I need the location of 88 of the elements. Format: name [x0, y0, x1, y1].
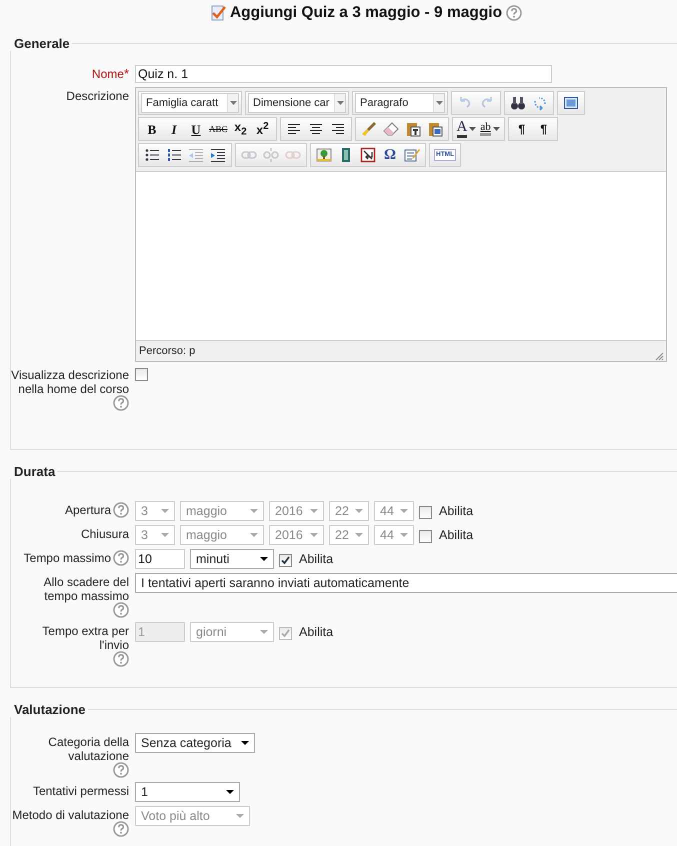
caret-icon — [236, 814, 244, 818]
checkbox[interactable] — [279, 554, 292, 566]
field-label: Tempo extra per l'invio — [41, 624, 129, 652]
caret-icon — [355, 533, 363, 537]
help-icon[interactable] — [113, 550, 129, 566]
field-label: Apertura — [64, 503, 111, 517]
caret-icon — [436, 101, 442, 105]
checkbox-label: Abilita — [299, 625, 334, 639]
toolbar-button[interactable]: x$_{2}$ — [230, 119, 252, 139]
bulleted-list-icon — [144, 147, 160, 163]
number-field[interactable]: 10 — [135, 549, 185, 569]
caret-icon — [230, 101, 236, 105]
help-icon[interactable] — [506, 5, 522, 21]
document-pencil-icon — [404, 147, 420, 163]
caret-icon — [250, 533, 258, 537]
toolbar-button[interactable]: Ω — [379, 145, 401, 165]
caret-icon — [260, 557, 268, 561]
caret-icon — [355, 509, 363, 513]
toolbar-button[interactable]: x$^{2}$ — [252, 119, 274, 139]
clipboard-icon — [404, 121, 421, 137]
toolbar-dropdown[interactable]: Paragrafo — [355, 93, 445, 113]
caret-icon — [260, 630, 268, 634]
toolbar-button[interactable]: ABC — [207, 119, 230, 139]
toolbar-button[interactable]: U — [185, 119, 207, 139]
eraser-icon — [382, 121, 399, 137]
caret-icon — [310, 509, 318, 513]
window-icon — [563, 95, 579, 111]
caret-icon — [310, 533, 318, 537]
name-field[interactable]: Quiz n. 1 — [135, 65, 552, 83]
unlink-icon — [263, 147, 279, 163]
field-label: Allo scadere del tempo massimo — [42, 575, 129, 603]
numbered-list-icon — [166, 147, 182, 163]
resize-grip-icon[interactable] — [654, 351, 664, 361]
toolbar-button[interactable]: ¶ — [510, 119, 533, 139]
dropdown[interactable]: minuti — [190, 549, 274, 569]
checkbox-label: Abilita — [439, 504, 474, 518]
indent-icon — [210, 147, 226, 163]
element-path: Percorso: p — [139, 345, 196, 357]
align-right-icon — [330, 121, 346, 137]
toolbar-button[interactable]: B — [141, 119, 163, 139]
binoculars-icon — [510, 95, 526, 111]
tree-image-icon — [316, 147, 332, 163]
section-legend: Generale — [8, 36, 72, 51]
help-icon[interactable] — [113, 762, 129, 778]
toolbar-button[interactable]: A — [454, 119, 478, 139]
field-label: Categoria della valutazione — [47, 735, 129, 763]
dropdown[interactable]: 1 — [135, 782, 240, 802]
quiz-icon — [210, 5, 226, 21]
outdent-icon — [188, 147, 204, 163]
field-label: Nome — [92, 67, 124, 81]
field-label: Descrizione — [66, 89, 129, 103]
required-marker: * — [124, 67, 129, 81]
checkbox[interactable] — [135, 368, 148, 381]
caret-icon — [492, 127, 500, 131]
toolbar-button[interactable]: I — [163, 119, 185, 139]
field-label: Chiusura — [80, 527, 129, 541]
section-legend: Durata — [8, 464, 58, 479]
field-label: Tempo massimo — [24, 551, 111, 565]
toolbar-dropdown[interactable]: Dimensione car — [248, 93, 346, 113]
toolbar-button[interactable]: ab — [478, 119, 502, 139]
brush-icon — [360, 121, 377, 137]
checkbox-label: Abilita — [439, 528, 474, 542]
toolbar-button[interactable]: ¶ — [532, 119, 555, 139]
help-icon[interactable] — [113, 602, 129, 618]
caret-icon — [250, 509, 258, 513]
field-label: Tentativi permessi — [32, 784, 129, 798]
dropdown[interactable]: Senza categoria — [135, 733, 255, 753]
dotted-arrows-icon — [532, 95, 548, 111]
dropdown[interactable]: I tentativi aperti saranno inviati automaticamente — [135, 573, 677, 593]
caret-icon — [241, 741, 249, 745]
page-title: Aggiungi Quiz a 3 maggio - 9 maggio — [230, 4, 502, 22]
caret-icon — [161, 509, 169, 513]
clipboard-icon — [426, 121, 443, 137]
help-icon[interactable] — [113, 395, 129, 411]
field-label: Metodo di valutazione — [12, 808, 129, 822]
arrow-square-icon — [360, 147, 376, 163]
caret-icon — [226, 790, 234, 794]
caret-icon — [336, 101, 344, 105]
caret-icon — [400, 533, 408, 537]
align-center-icon — [308, 121, 324, 137]
align-left-icon — [286, 121, 302, 137]
section-legend: Valutazione — [8, 702, 88, 717]
field-label: Visualizza descrizione nella home del corso — [11, 368, 129, 396]
checkbox-label: Abilita — [299, 552, 334, 566]
toolbar-dropdown[interactable]: Famiglia caratt — [141, 93, 239, 113]
caret-icon — [469, 127, 476, 131]
caret-icon — [400, 509, 408, 513]
caret-icon — [161, 533, 169, 537]
